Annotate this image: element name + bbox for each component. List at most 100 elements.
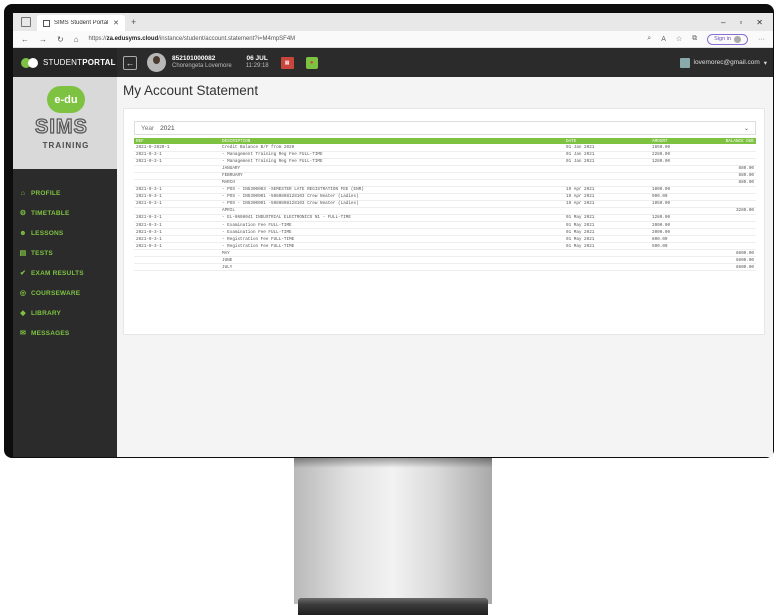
table-cell: FEBRUARY <box>220 172 564 180</box>
table-row: JUNE 8800.00 <box>134 256 756 265</box>
new-tab-icon[interactable]: + <box>131 17 136 27</box>
year-value: 2021 <box>160 124 175 132</box>
table-cell: - Management Training Reg Fee FULL-TIME <box>220 158 564 166</box>
sidebar-item-tests[interactable]: ▤ TESTS <box>13 243 117 263</box>
account-menu[interactable]: lovemorec@gmail.com ▾ <box>679 57 767 68</box>
table-cell: 01 May 2021 <box>564 235 650 244</box>
table-cell: 01 May 2021 <box>564 221 650 230</box>
close-window-icon[interactable]: ✕ <box>756 18 763 27</box>
table-row: 2021-0-2020-1 Credit Balance B/F from 20… <box>134 144 756 152</box>
table-cell: 2000.00 <box>650 221 710 230</box>
users-icon: ☻ <box>19 229 27 237</box>
table-cell <box>134 172 220 180</box>
table-row: 2021-0-3-1- Management Training Reg Fee … <box>134 158 756 166</box>
home-browser-icon[interactable]: ⌂ <box>74 35 79 44</box>
table-cell <box>650 207 710 215</box>
list-icon: ▤ <box>19 250 27 257</box>
back-icon[interactable]: ← <box>21 35 29 44</box>
sidebar: STUDENT PORTAL e-du SIMS TRAINING ⌂ PROFIL… <box>13 48 117 457</box>
table-cell <box>134 165 220 173</box>
table-cell: 8800.00 <box>710 249 756 258</box>
table-cell <box>134 249 220 258</box>
app-topbar: ← 852101000082 Chorengeta Lovemore 06 JU… <box>117 48 773 77</box>
table-cell <box>710 221 756 230</box>
favorites-icon[interactable]: ☆ <box>676 35 682 43</box>
table-cell: 01 Jan 2021 <box>564 151 650 159</box>
table-cell: - POS - IN5300003 -SEMESTER LATE REGISTR… <box>220 186 564 194</box>
table-cell <box>564 256 650 265</box>
gear-icon: ⚙ <box>19 210 27 217</box>
collections-icon[interactable]: ⧉ <box>692 35 697 43</box>
sidebar-item-lessons[interactable]: ☻ LESSONS <box>13 223 117 243</box>
avatar[interactable] <box>147 53 166 72</box>
maximize-icon[interactable]: ▫ <box>739 18 742 27</box>
notification-icon[interactable]: ● <box>305 56 318 69</box>
sidebar-item-library[interactable]: ◆ LIBRARY <box>13 303 117 323</box>
date-time: 06 JUL 11:29:18 <box>246 55 269 69</box>
table-cell <box>134 263 220 272</box>
zoom-icon[interactable]: ⌕ <box>647 35 651 43</box>
browser-tab[interactable]: SIMS Student Portal - ET ✕ <box>37 15 125 31</box>
url-host: za.edusyms.cloud <box>106 36 159 42</box>
statement-card: Year 2021 ⌄ REF DESCRIPTION DATE AMOUNT <box>123 108 765 335</box>
browser-titlebar: SIMS Student Portal - ET ✕ + – ▫ ✕ <box>13 13 773 31</box>
table-cell: 3280.00 <box>710 207 756 215</box>
table-row: 2021-0-3-1- Management Training Reg Fee … <box>134 151 756 159</box>
table-cell <box>710 151 756 159</box>
sidebar-item-label: LESSONS <box>31 229 64 237</box>
user-info: 852101000082 Chorengeta Lovemore <box>172 55 232 69</box>
table-cell: 2000.00 <box>650 228 710 237</box>
sidebar-item-label: MESSAGES <box>31 329 70 337</box>
table-cell <box>564 249 650 258</box>
sidebar-item-timetable[interactable]: ⚙ TIMETABLE <box>13 203 117 223</box>
brand[interactable]: STUDENT PORTAL <box>13 48 117 77</box>
table-cell: MARCH <box>220 179 564 187</box>
table-cell <box>564 172 650 180</box>
sidebar-item-exam-results[interactable]: ✔ EXAM RESULTS <box>13 263 117 283</box>
read-aloud-icon[interactable]: A <box>661 36 666 43</box>
sign-in-button[interactable]: Sign in <box>707 33 748 45</box>
table-cell: - Registration Fee FULL-TIME <box>220 242 564 251</box>
refresh-icon[interactable]: ↻ <box>57 35 64 44</box>
more-icon[interactable]: ··· <box>758 36 765 43</box>
current-date: 06 JUL <box>246 55 268 63</box>
url-field[interactable]: https://za.edusyms.cloud/instance/studen… <box>89 36 296 42</box>
table-cell: 8800.00 <box>710 263 756 272</box>
back-button[interactable]: ← <box>123 55 137 70</box>
table-cell <box>564 207 650 215</box>
table-cell <box>134 207 220 215</box>
sidebar-item-profile[interactable]: ⌂ PROFILE <box>13 183 117 203</box>
sidebar-item-messages[interactable]: ✉ MESSAGES <box>13 323 117 343</box>
nav-buttons: ← → ↻ ⌂ <box>21 35 79 44</box>
sidebar-item-label: COURSEWARE <box>31 289 81 297</box>
globe-icon: ◎ <box>19 290 27 297</box>
year-select[interactable]: Year 2021 ⌄ <box>134 121 756 135</box>
table-cell: 500.00 <box>650 242 710 251</box>
scene: SIMS Student Portal - ET ✕ + – ▫ ✕ ← → ↻… <box>0 0 778 615</box>
table-cell: 2021-0-3-1 <box>134 193 220 201</box>
tab-actions-icon[interactable] <box>21 17 31 27</box>
sign-in-label: Sign in <box>714 36 731 42</box>
table-cell: 19 Apr 2021 <box>564 186 650 194</box>
calendar-icon[interactable]: ▦ <box>280 56 294 69</box>
user-icon <box>679 57 690 68</box>
table-row: MARCH 880.00 <box>134 179 756 187</box>
student-name: Chorengeta Lovemore <box>172 62 232 69</box>
sidebar-item-courseware[interactable]: ◎ COURSEWARE <box>13 283 117 303</box>
tab-title: SIMS Student Portal - ET <box>54 20 109 26</box>
student-id: 852101000082 <box>172 55 216 63</box>
close-tab-icon[interactable]: ✕ <box>113 19 119 27</box>
table-cell: JANUARY <box>220 165 564 173</box>
table-row: JANUARY 880.00 <box>134 165 756 173</box>
forward-icon[interactable]: → <box>39 35 47 44</box>
table-row: 2021-0-3-1- EL-0608041 INDUSTRIAL ELECTR… <box>134 214 756 223</box>
table-cell: 900.00 <box>650 193 710 201</box>
table-cell: MAY <box>220 249 564 258</box>
table-cell <box>710 235 756 244</box>
table-cell: 1000.00 <box>650 186 710 194</box>
table-row: 2021-0-3-1- POS - IN5300003 -SEMESTER LA… <box>134 186 756 194</box>
table-row: 2021-0-3-1- Registration Fee FULL-TIME 01… <box>134 242 756 251</box>
table-row: 2021-0-3-1- POS - IN5300001 -50808081281… <box>134 200 756 208</box>
minimize-icon[interactable]: – <box>721 18 725 27</box>
home-icon: ⌂ <box>20 189 26 197</box>
